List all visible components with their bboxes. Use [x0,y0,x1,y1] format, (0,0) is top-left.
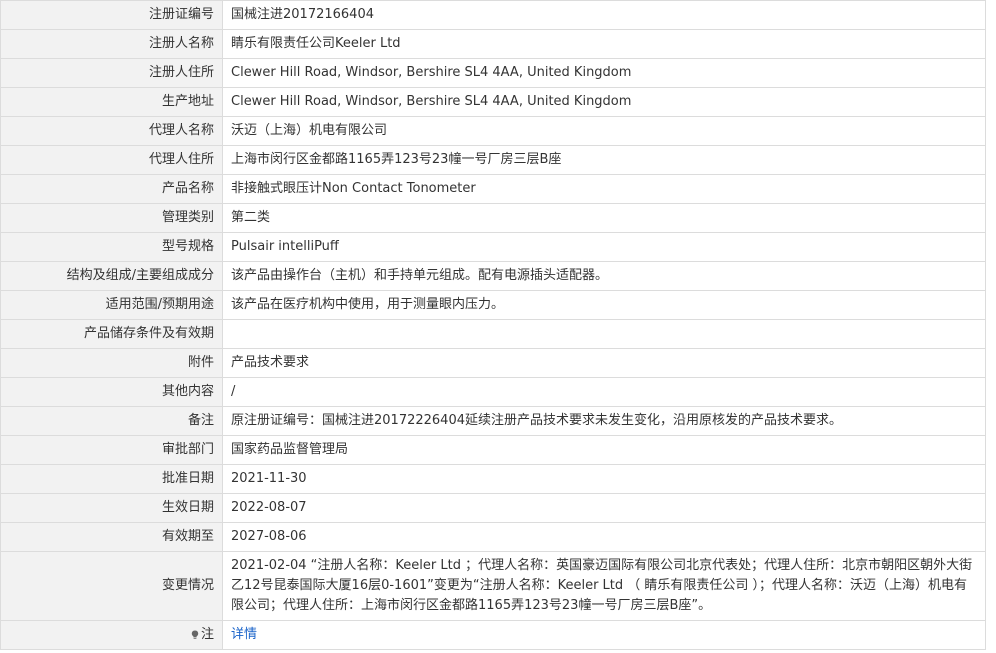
table-row: 附件 产品技术要求 [0,348,986,378]
table-row: 产品名称 非接触式眼压计Non Contact Tonometer [0,174,986,204]
row-label: 产品名称 [0,174,223,204]
row-value: 国家药品监督管理局 [222,435,986,465]
table-row: 备注 原注册证编号：国械注进20172226404延续注册产品技术要求未发生变化… [0,406,986,436]
row-value: 上海市闵行区金都路1165弄123号23幢一号厂房三层B座 [222,145,986,175]
row-label: 生效日期 [0,493,223,523]
table-row: 审批部门 国家药品监督管理局 [0,435,986,465]
table-row: 生效日期 2022-08-07 [0,493,986,523]
table-row: 型号规格 Pulsair intelliPuff [0,232,986,262]
row-value: 该产品在医疗机构中使用，用于测量眼内压力。 [222,290,986,320]
table-row: 管理类别 第二类 [0,203,986,233]
row-label: 批准日期 [0,464,223,494]
note-icon [191,630,199,639]
table-row: 注册人名称 睛乐有限责任公司Keeler Ltd [0,29,986,59]
table-row: 注册人住所 Clewer Hill Road, Windsor, Bershir… [0,58,986,88]
row-label: 适用范围/预期用途 [0,290,223,320]
table-row: 代理人名称 沃迈（上海）机电有限公司 [0,116,986,146]
row-value: 产品技术要求 [222,348,986,378]
registration-detail-table: 注册证编号 国械注进20172166404 注册人名称 睛乐有限责任公司Keel… [0,0,986,650]
table-row: 批准日期 2021-11-30 [0,464,986,494]
row-value: 2027-08-06 [222,522,986,552]
table-row: 注 详情 [0,620,986,650]
row-label: 变更情况 [0,551,223,621]
row-label: 代理人名称 [0,116,223,146]
row-value: Clewer Hill Road, Windsor, Bershire SL4 … [222,87,986,117]
table-row: 代理人住所 上海市闵行区金都路1165弄123号23幢一号厂房三层B座 [0,145,986,175]
row-value: 第二类 [222,203,986,233]
row-value: / [222,377,986,407]
row-value: Clewer Hill Road, Windsor, Bershire SL4 … [222,58,986,88]
row-value: 非接触式眼压计Non Contact Tonometer [222,174,986,204]
note-value-cell: 详情 [222,620,986,650]
row-label: 生产地址 [0,87,223,117]
row-label: 备注 [0,406,223,436]
details-link[interactable]: 详情 [231,627,257,642]
row-label: 有效期至 [0,522,223,552]
row-label: 附件 [0,348,223,378]
row-value: 2021-11-30 [222,464,986,494]
table-row: 产品储存条件及有效期 [0,319,986,349]
row-label: 管理类别 [0,203,223,233]
row-label: 注册人名称 [0,29,223,59]
table-row: 适用范围/预期用途 该产品在医疗机构中使用，用于测量眼内压力。 [0,290,986,320]
table-row: 生产地址 Clewer Hill Road, Windsor, Bershire… [0,87,986,117]
row-label: 注册人住所 [0,58,223,88]
row-value [222,319,986,349]
note-label: 注 [200,627,214,642]
row-label: 审批部门 [0,435,223,465]
row-value: 2021-02-04 “注册人名称：Keeler Ltd ；代理人名称：英国豪迈… [222,551,986,621]
row-value: 睛乐有限责任公司Keeler Ltd [222,29,986,59]
row-label: 结构及组成/主要组成成分 [0,261,223,291]
row-label: 型号规格 [0,232,223,262]
table-row: 结构及组成/主要组成成分 该产品由操作台（主机）和手持单元组成。配有电源插头适配… [0,261,986,291]
row-value: 该产品由操作台（主机）和手持单元组成。配有电源插头适配器。 [222,261,986,291]
table-row: 有效期至 2027-08-06 [0,522,986,552]
detail-panel: 注册证编号 国械注进20172166404 注册人名称 睛乐有限责任公司Keel… [0,0,986,653]
row-label: 注册证编号 [0,0,223,30]
row-label: 代理人住所 [0,145,223,175]
row-value: 2022-08-07 [222,493,986,523]
table-row: 变更情况 2021-02-04 “注册人名称：Keeler Ltd ；代理人名称… [0,551,986,621]
table-row: 其他内容 / [0,377,986,407]
row-value: Pulsair intelliPuff [222,232,986,262]
note-label-cell: 注 [0,620,223,650]
row-value: 原注册证编号：国械注进20172226404延续注册产品技术要求未发生变化，沿用… [222,406,986,436]
row-value: 国械注进20172166404 [222,0,986,30]
table-row: 注册证编号 国械注进20172166404 [0,0,986,30]
row-label: 其他内容 [0,377,223,407]
row-value: 沃迈（上海）机电有限公司 [222,116,986,146]
row-label: 产品储存条件及有效期 [0,319,223,349]
